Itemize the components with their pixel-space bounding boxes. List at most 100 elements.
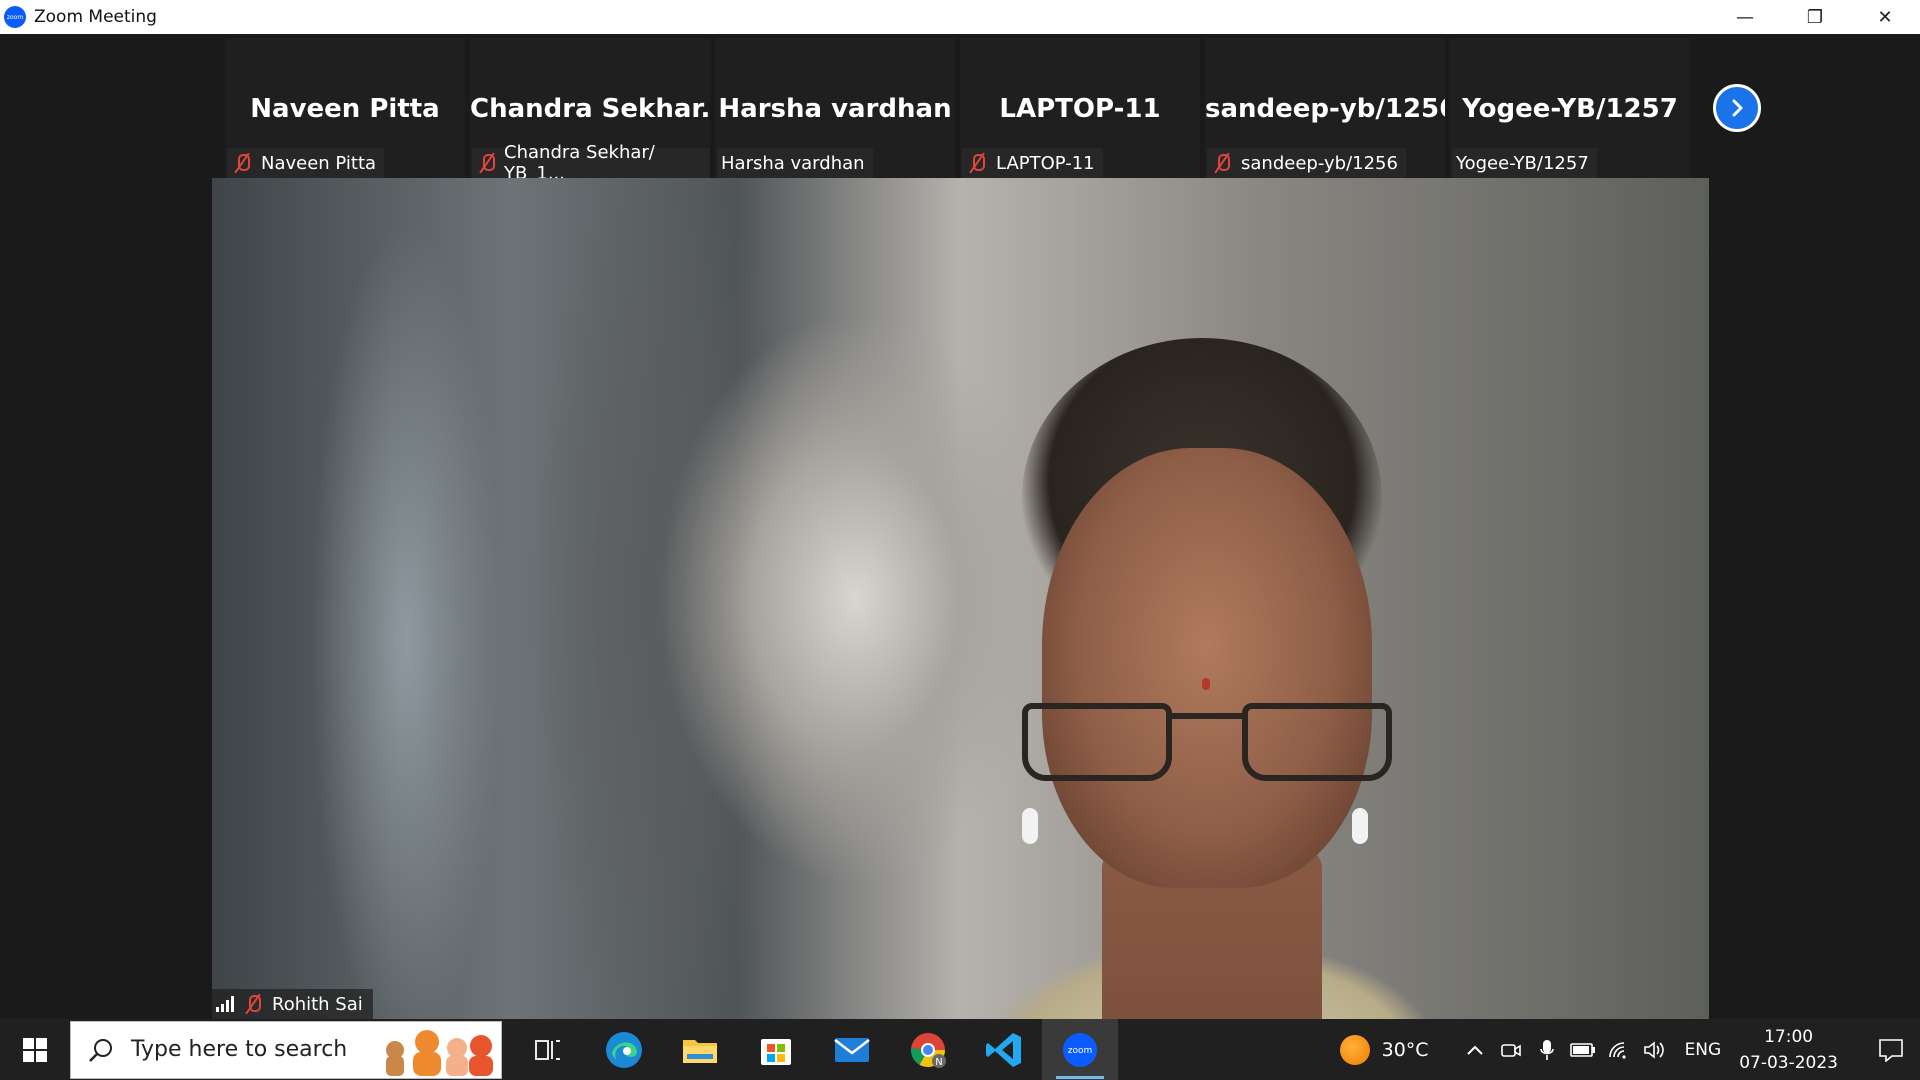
next-page-button[interactable]: [1713, 84, 1761, 132]
clock-time: 17:00: [1764, 1026, 1814, 1047]
video-person: [952, 328, 1472, 1019]
zoom-logo-icon: zoom: [4, 6, 26, 28]
participant-name-label: LAPTOP-11: [962, 148, 1103, 178]
volume-button[interactable]: [1637, 1019, 1673, 1080]
participant-tile[interactable]: Yogee-YB/1257 Yogee-YB/1257: [1450, 38, 1690, 178]
glasses-bridge: [1172, 713, 1242, 719]
active-speaker-label: Rohith Sai: [212, 989, 373, 1019]
system-tray: 30°C ENG 17:00 07-03-2023: [1339, 1019, 1920, 1080]
glasses-left-lens: [1022, 703, 1172, 781]
search-highlight-illustration: [386, 1029, 493, 1076]
minimize-icon: —: [1736, 6, 1754, 28]
participant-display-name: sandeep-yb/1256: [1205, 94, 1445, 124]
chevron-up-icon: [1466, 1045, 1483, 1055]
video-tilak: [1202, 678, 1210, 690]
participant-display-name: LAPTOP-11: [999, 94, 1161, 124]
participant-tile[interactable]: Chandra Sekhar... Chandra Sekhar/ YB_1..…: [470, 38, 710, 184]
clock-date: 07-03-2023: [1739, 1052, 1838, 1073]
participant-tile[interactable]: Harsha vardhan Harsha vardhan: [715, 38, 955, 178]
participant-display-name: Naveen Pitta: [250, 94, 440, 124]
participant-display-name: Yogee-YB/1257: [1462, 94, 1678, 124]
file-explorer-taskbar-button[interactable]: [662, 1019, 738, 1080]
earbud-right: [1352, 808, 1368, 844]
glasses-right-lens: [1242, 703, 1392, 781]
camera-icon: [1500, 1043, 1521, 1057]
chrome-icon: N: [911, 1032, 946, 1068]
taskbar: Type here to search N zoom 30°C ENG 17:0…: [0, 1019, 1920, 1080]
network-button[interactable]: [1601, 1019, 1637, 1080]
chrome-profile-badge: N: [935, 1057, 942, 1068]
chrome-taskbar-button[interactable]: N: [890, 1019, 966, 1080]
microsoft-store-taskbar-button[interactable]: [738, 1019, 814, 1080]
zoom-app-label: zoom: [1068, 1046, 1093, 1056]
participant-tile[interactable]: Naveen Pitta Naveen Pitta: [225, 38, 465, 178]
wifi-icon: [1608, 1041, 1626, 1059]
window-titlebar: zoom Zoom Meeting — ❐ ✕: [0, 0, 1920, 34]
participant-tile[interactable]: sandeep-yb/1256 sandeep-yb/1256: [1205, 38, 1445, 178]
active-speaker-name: Rohith Sai: [272, 993, 363, 1015]
meet-now-button[interactable]: [1493, 1019, 1529, 1080]
active-speaker-video[interactable]: [212, 178, 1709, 1019]
mic-muted-icon: [242, 993, 264, 1015]
participant-strip: Naveen Pitta Naveen Pitta Chandra Sekhar…: [225, 38, 1695, 184]
store-icon: [761, 1038, 791, 1065]
weather-widget[interactable]: 30°C: [1339, 1034, 1429, 1065]
notification-center-button[interactable]: [1866, 1038, 1916, 1062]
edge-taskbar-button[interactable]: [586, 1019, 662, 1080]
mic-muted-icon: [231, 152, 253, 174]
edge-icon: [606, 1031, 642, 1068]
restore-icon: ❐: [1806, 6, 1824, 28]
task-view-button[interactable]: [510, 1019, 586, 1080]
video-face: [1042, 448, 1372, 888]
taskbar-clock[interactable]: 17:00 07-03-2023: [1739, 1024, 1838, 1076]
participant-tile[interactable]: LAPTOP-11 LAPTOP-11: [960, 38, 1200, 178]
window-controls: — ❐ ✕: [1710, 0, 1920, 34]
participant-name-label: sandeep-yb/1256: [1207, 148, 1406, 178]
vscode-icon: [986, 1032, 1021, 1067]
windows-logo-icon: [23, 1037, 47, 1062]
participant-label-text: Naveen Pitta: [261, 152, 377, 174]
mic-muted-icon: [966, 152, 988, 174]
participant-name-label: Yogee-YB/1257: [1452, 148, 1597, 178]
zoom-taskbar-button[interactable]: zoom: [1042, 1019, 1118, 1080]
start-button[interactable]: [0, 1019, 70, 1080]
chevron-right-icon: [1732, 99, 1743, 117]
minimize-button[interactable]: —: [1710, 0, 1780, 34]
participant-display-name: Harsha vardhan: [718, 94, 952, 124]
search-placeholder: Type here to search: [131, 1037, 348, 1062]
taskbar-search-box[interactable]: Type here to search: [70, 1020, 502, 1079]
microphone-button[interactable]: [1529, 1019, 1565, 1080]
close-button[interactable]: ✕: [1850, 0, 1920, 34]
mail-icon: [834, 1037, 870, 1062]
zoom-app-icon: zoom: [1063, 1032, 1097, 1067]
microphone-icon: [1539, 1039, 1554, 1060]
battery-icon: [1569, 1042, 1595, 1057]
meeting-area: Naveen Pitta Naveen Pitta Chandra Sekhar…: [0, 34, 1920, 1019]
input-language[interactable]: ENG: [1685, 1040, 1722, 1060]
participant-name-label: Naveen Pitta: [227, 148, 385, 178]
window-title: Zoom Meeting: [34, 7, 157, 27]
participant-name-label: Chandra Sekhar/ YB_1...: [472, 142, 710, 184]
participant-label-text: sandeep-yb/1256: [1241, 152, 1398, 174]
mic-muted-icon: [1211, 152, 1233, 174]
folder-icon: [683, 1039, 717, 1063]
participant-label-text: Yogee-YB/1257: [1456, 152, 1589, 174]
restore-button[interactable]: ❐: [1780, 0, 1850, 34]
earbud-left: [1022, 808, 1038, 844]
participant-display-name: Chandra Sekhar...: [470, 94, 710, 124]
notification-icon: [1879, 1038, 1903, 1062]
participant-label-text: Harsha vardhan: [721, 152, 865, 174]
mail-taskbar-button[interactable]: [814, 1019, 890, 1080]
video-glasses: [1022, 703, 1392, 793]
vscode-taskbar-button[interactable]: [966, 1019, 1042, 1080]
signal-strength-icon: [216, 996, 234, 1012]
participant-label-text: LAPTOP-11: [996, 152, 1095, 174]
participant-name-label: Harsha vardhan: [717, 148, 873, 178]
mic-muted-icon: [476, 152, 496, 174]
show-hidden-icons-button[interactable]: [1457, 1019, 1493, 1080]
search-icon: [71, 1037, 131, 1063]
weather-sun-icon: [1339, 1034, 1370, 1065]
close-icon: ✕: [1877, 6, 1893, 28]
battery-button[interactable]: [1565, 1019, 1601, 1080]
weather-temperature: 30°C: [1381, 1038, 1429, 1061]
